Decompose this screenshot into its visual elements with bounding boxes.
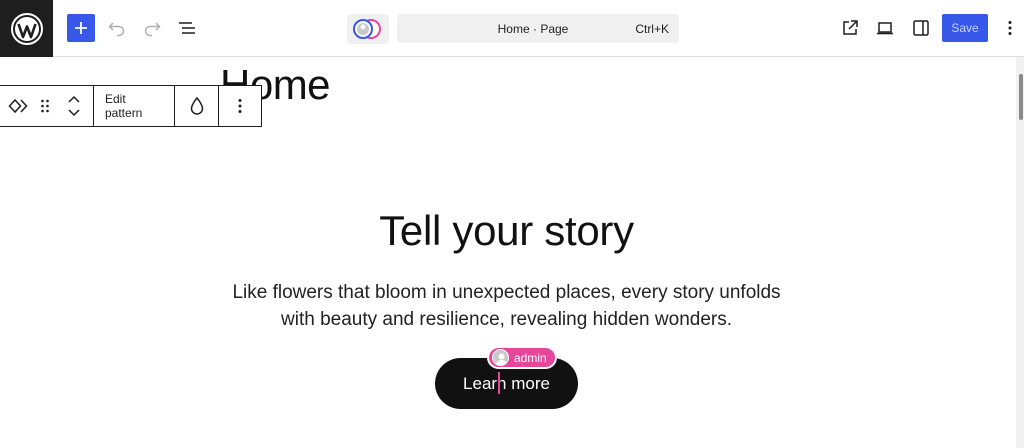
editor-header: Home · Page Ctrl+K Save xyxy=(0,0,1024,57)
redo-icon xyxy=(144,22,161,37)
avatar xyxy=(492,349,509,366)
collaborator-name: admin xyxy=(514,350,547,365)
block-mover xyxy=(54,86,93,126)
undo-icon xyxy=(108,22,125,37)
document-overview-button[interactable] xyxy=(175,16,199,40)
plus-icon xyxy=(75,22,87,34)
edit-pattern-button[interactable]: Edit pattern xyxy=(94,86,174,126)
command-shortcut: Ctrl+K xyxy=(635,22,669,36)
document-overview-icon xyxy=(179,22,195,34)
more-options-icon xyxy=(238,99,242,113)
options-button[interactable] xyxy=(998,16,1022,40)
device-preview-button[interactable] xyxy=(873,16,897,40)
user-icon xyxy=(495,353,508,365)
styles-button[interactable] xyxy=(175,86,218,126)
collaborator-presence-badge: admin xyxy=(487,346,557,369)
move-down-icon[interactable] xyxy=(67,108,81,118)
view-page-button[interactable] xyxy=(838,16,862,40)
settings-sidebar-toggle[interactable] xyxy=(909,16,933,40)
canvas-scrollbar-thumb[interactable] xyxy=(1019,74,1023,120)
edit-pattern-group: Edit pattern xyxy=(94,86,175,126)
pattern-icon xyxy=(8,98,28,114)
collaborators-icon xyxy=(353,19,381,39)
collaborator-cursor xyxy=(498,372,500,394)
block-toolbar-parent-group xyxy=(0,86,94,126)
block-options-group xyxy=(219,86,261,126)
wordpress-icon xyxy=(10,12,43,45)
drag-handle-icon xyxy=(41,99,49,113)
device-preview-icon xyxy=(877,22,893,35)
redo-button[interactable] xyxy=(140,16,164,40)
drag-handle[interactable] xyxy=(36,86,54,126)
view-icon xyxy=(843,20,858,35)
add-block-button[interactable] xyxy=(67,14,95,42)
document-title: Home · Page xyxy=(497,22,569,36)
undo-button[interactable] xyxy=(105,16,129,40)
sidebar-icon xyxy=(913,20,929,36)
pattern-block-button[interactable] xyxy=(0,86,36,126)
more-options-icon xyxy=(1008,21,1012,35)
command-palette-bar[interactable]: Home · Page Ctrl+K xyxy=(397,14,679,43)
hero-heading[interactable]: Tell your story xyxy=(0,203,1013,259)
move-up-icon[interactable] xyxy=(67,94,81,104)
styles-icon xyxy=(190,96,203,115)
save-button[interactable]: Save xyxy=(942,14,988,42)
block-options-button[interactable] xyxy=(219,86,261,126)
styles-group xyxy=(175,86,219,126)
hero-paragraph[interactable]: Like flowers that bloom in unexpected pl… xyxy=(220,279,793,333)
block-toolbar: Edit pattern xyxy=(0,85,262,127)
wordpress-logo-button[interactable] xyxy=(0,0,53,57)
collaborators-button[interactable] xyxy=(347,14,389,44)
